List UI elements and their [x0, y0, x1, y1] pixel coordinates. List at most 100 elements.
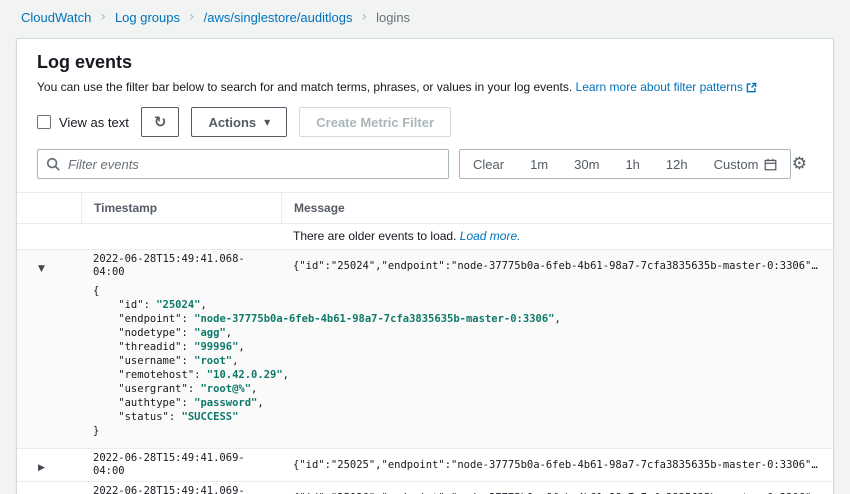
time-range-12h[interactable]: 12h	[653, 150, 701, 178]
chevron-right-icon: ›	[361, 9, 367, 25]
search-icon	[46, 157, 60, 171]
json-value: "root"	[194, 355, 232, 367]
json-field: "id": "25024",	[93, 298, 821, 312]
time-range-1m[interactable]: 1m	[517, 150, 561, 178]
learn-more-text: Learn more about filter patterns	[576, 80, 743, 94]
json-value: "10.42.0.29"	[207, 369, 283, 381]
filter-events-searchbox	[37, 149, 449, 179]
external-link-icon	[746, 82, 757, 93]
time-range-30m[interactable]: 30m	[561, 150, 612, 178]
expand-row-button[interactable]: ▶	[17, 488, 81, 494]
time-range-1h[interactable]: 1h	[612, 150, 652, 178]
json-key: "username":	[93, 355, 194, 367]
actions-button[interactable]: Actions ▼	[191, 107, 287, 137]
time-range-clear[interactable]: Clear	[460, 150, 517, 178]
breadcrumb-log-groups[interactable]: Log groups	[115, 10, 180, 25]
json-key: "id":	[93, 299, 156, 311]
column-expand	[17, 193, 81, 223]
breadcrumb-cloudwatch[interactable]: CloudWatch	[21, 10, 91, 25]
json-field: "threadid": "99996",	[93, 340, 821, 354]
json-value: "agg"	[194, 327, 226, 339]
row-message: {"id":"25024","endpoint":"node-37775b0a-…	[281, 257, 833, 276]
json-value: "SUCCESS"	[182, 411, 239, 423]
expand-row-button[interactable]: ▶	[17, 455, 81, 476]
caret-down-icon: ▼	[264, 118, 270, 127]
row-timestamp: 2022-06-28T15:49:41.069-04:00	[81, 449, 281, 481]
row-timestamp: 2022-06-28T15:49:41.068-04:00	[81, 250, 281, 282]
log-rows: ▶2022-06-28T15:49:41.069-04:00{"id":"250…	[17, 449, 833, 494]
json-brace: }	[93, 424, 821, 438]
older-events-text: There are older events to load.	[293, 229, 456, 243]
column-message: Message	[281, 193, 833, 223]
collapse-icon: ▼	[38, 264, 45, 274]
json-field: "authtype": "password",	[93, 396, 821, 410]
json-field: "username": "root",	[93, 354, 821, 368]
page-description: You can use the filter bar below to sear…	[37, 80, 813, 94]
filter-bar: Clear 1m 30m 1h 12h Custom ⚙	[37, 149, 813, 179]
collapse-row-button[interactable]: ▼	[17, 256, 81, 277]
json-comma: ,	[232, 355, 238, 367]
json-field: "remotehost": "10.42.0.29",	[93, 368, 821, 382]
toolbar: View as text ↻ Actions ▼ Create Metric F…	[37, 107, 813, 137]
breadcrumb-current: logins	[376, 10, 410, 25]
json-key: "threadid":	[93, 341, 194, 353]
json-value: "node-37775b0a-6feb-4b61-98a7-7cfa383563…	[194, 313, 554, 325]
json-key: "nodetype":	[93, 327, 194, 339]
custom-label: Custom	[714, 157, 759, 172]
json-comma: ,	[251, 383, 257, 395]
json-value: "password"	[194, 397, 257, 409]
learn-more-link[interactable]: Learn more about filter patterns	[576, 80, 757, 94]
filter-events-input[interactable]	[37, 149, 449, 179]
refresh-button[interactable]: ↻	[141, 107, 180, 137]
refresh-icon: ↻	[154, 113, 167, 131]
json-field: "usergrant": "root@%",	[93, 382, 821, 396]
json-comma: ,	[238, 341, 244, 353]
log-events-panel: Log events You can use the filter bar be…	[16, 38, 834, 494]
gear-icon: ⚙	[792, 154, 807, 174]
chevron-right-icon: ›	[189, 9, 195, 25]
json-key: "usergrant":	[93, 383, 200, 395]
json-key: "status":	[93, 411, 182, 423]
json-field: "status": "SUCCESS"	[93, 410, 821, 424]
json-comma: ,	[554, 313, 560, 325]
row-message: {"id":"25026","endpoint":"node-37775b0a-…	[281, 489, 833, 494]
expand-icon: ▶	[38, 463, 45, 473]
json-value: "root@%"	[200, 383, 251, 395]
page-title: Log events	[37, 52, 813, 73]
column-timestamp: Timestamp	[81, 193, 281, 223]
json-key: "remotehost":	[93, 369, 207, 381]
breadcrumb-log-group-name[interactable]: /aws/singlestore/auditlogs	[204, 10, 353, 25]
preferences-button[interactable]: ⚙	[792, 154, 807, 174]
description-text: You can use the filter bar below to sear…	[37, 80, 572, 94]
expanded-json: { "id": "25024", "endpoint": "node-37775…	[17, 282, 833, 448]
json-value: "25024"	[156, 299, 200, 311]
time-range-control: Clear 1m 30m 1h 12h Custom	[459, 149, 791, 179]
actions-label: Actions	[208, 115, 256, 130]
expanded-log-row: ▼ 2022-06-28T15:49:41.068-04:00 {"id":"2…	[17, 250, 833, 449]
log-events-table: Timestamp Message There are older events…	[17, 192, 833, 494]
json-brace: {	[93, 284, 821, 298]
breadcrumb: CloudWatch › Log groups › /aws/singlesto…	[0, 0, 850, 34]
table-row: ▶2022-06-28T15:49:41.069-04:00{"id":"250…	[17, 482, 833, 494]
row-message: {"id":"25025","endpoint":"node-37775b0a-…	[281, 456, 833, 475]
load-more-link[interactable]: Load more.	[460, 229, 521, 243]
view-as-text-label: View as text	[59, 115, 129, 130]
json-key: "endpoint":	[93, 313, 194, 325]
row-timestamp: 2022-06-28T15:49:41.069-04:00	[81, 482, 281, 494]
table-header: Timestamp Message	[17, 193, 833, 224]
json-value: "99996"	[194, 341, 238, 353]
json-field: "endpoint": "node-37775b0a-6feb-4b61-98a…	[93, 312, 821, 326]
chevron-right-icon: ›	[100, 9, 106, 25]
json-comma: ,	[283, 369, 289, 381]
json-comma: ,	[200, 299, 206, 311]
json-comma: ,	[257, 397, 263, 409]
time-range-custom[interactable]: Custom	[701, 150, 791, 178]
json-field: "nodetype": "agg",	[93, 326, 821, 340]
table-row: ▶ 2022-06-28T15:49:41.069-04:00{"id":"250…	[17, 449, 833, 482]
page: CloudWatch › Log groups › /aws/singlesto…	[0, 0, 850, 494]
create-metric-filter-button[interactable]: Create Metric Filter	[299, 107, 451, 137]
json-comma: ,	[226, 327, 232, 339]
view-as-text-checkbox[interactable]	[37, 115, 51, 129]
table-row: ▼ 2022-06-28T15:49:41.068-04:00 {"id":"2…	[17, 250, 833, 282]
view-as-text-control[interactable]: View as text	[37, 115, 129, 130]
